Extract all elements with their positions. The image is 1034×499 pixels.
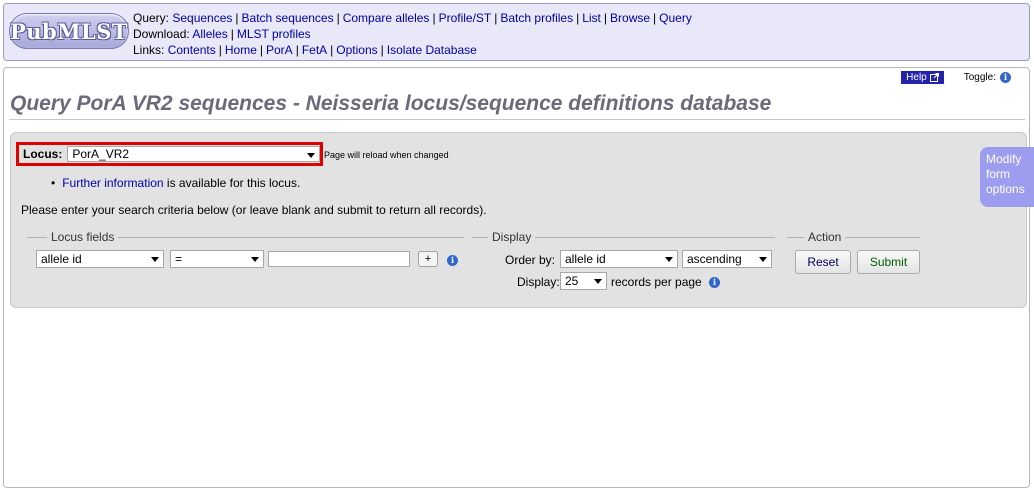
toggle-label: Toggle: (963, 72, 996, 83)
dropdown-arrow-icon (759, 257, 767, 262)
modify-tab-line-3: options (986, 182, 1025, 196)
display-label: Display: (517, 275, 560, 289)
help-bar: Help Toggle: i (901, 71, 1011, 84)
locus-fields-fieldset: Locus fields allele id = + i (27, 230, 464, 287)
query-link-list[interactable]: List (582, 11, 601, 25)
links-label: Links: (133, 43, 165, 57)
download-nav: Download: Alleles | MLST profiles (133, 27, 311, 41)
query-nav: Query: Sequences | Batch sequences | Compare… (133, 11, 692, 25)
dropdown-arrow-icon (151, 257, 159, 262)
locus-fields-legend: Locus fields (47, 230, 119, 244)
add-field-button[interactable]: + (418, 251, 438, 267)
further-information-link[interactable]: Further information (62, 176, 163, 190)
submit-button[interactable]: Submit (857, 250, 920, 274)
order-by-select[interactable]: allele id (560, 250, 678, 268)
reset-button[interactable]: Reset (795, 250, 851, 274)
query-link-profile-st[interactable]: Profile/ST (439, 11, 492, 25)
locus-label: Locus: (23, 147, 63, 161)
further-info-item: • Further information is available for th… (51, 176, 300, 190)
locus-fields-info-icon[interactable]: i (447, 255, 458, 266)
sort-direction-select[interactable]: ascending (682, 250, 772, 268)
records-info-icon[interactable]: i (709, 277, 720, 288)
external-link-icon (929, 73, 939, 82)
field-select[interactable]: allele id (36, 250, 164, 268)
query-link-browse[interactable]: Browse (610, 11, 650, 25)
toggle-info-icon[interactable]: i (1000, 72, 1011, 83)
download-link-alleles[interactable]: Alleles (192, 27, 227, 41)
order-by-value: allele id (565, 252, 606, 266)
dropdown-arrow-icon (251, 257, 259, 262)
action-legend: Action (804, 230, 846, 244)
locus-select-value: PorA_VR2 (72, 147, 130, 161)
operator-select[interactable]: = (170, 250, 264, 268)
order-by-label: Order by: (505, 253, 556, 267)
links-nav: Links: Contents | Home | PorA | FetA | Options | I… (133, 43, 477, 57)
link-home[interactable]: Home (225, 43, 257, 57)
add-field-label: + (424, 253, 432, 265)
main-panel: Help Toggle: i Query PorA VR2 sequences … (3, 67, 1030, 488)
pubmlst-logo[interactable]: PubMLST (9, 13, 129, 49)
help-label: Help (906, 72, 927, 83)
dropdown-arrow-icon (307, 153, 315, 158)
query-link-batch-sequences[interactable]: Batch sequences (242, 11, 334, 25)
page-title: Query PorA VR2 sequences - Neisseria loc… (9, 92, 1025, 120)
locus-select[interactable]: PorA_VR2 (67, 146, 320, 162)
help-button[interactable]: Help (901, 71, 944, 84)
modify-tab-line-1: Modify (986, 152, 1022, 166)
action-fieldset: Action Reset Submit (787, 230, 920, 287)
display-fieldset: Display Order by: allele id ascending Di… (472, 230, 775, 290)
sort-direction-value: ascending (687, 252, 742, 266)
toggle-control: Toggle: i (964, 72, 1011, 83)
value-input[interactable] (268, 251, 410, 267)
dropdown-arrow-icon (665, 257, 673, 262)
reload-note: Page will reload when changed (324, 150, 449, 160)
operator-select-value: = (175, 252, 183, 266)
query-label: Query: (133, 11, 170, 25)
logo-text: PubMLST (9, 18, 129, 44)
download-link-mlst-profiles[interactable]: MLST profiles (237, 27, 311, 41)
query-link-sequences[interactable]: Sequences (172, 11, 232, 25)
query-form: Locus: PorA_VR2 Page will reload when ch… (10, 132, 1027, 308)
query-link-query[interactable]: Query (659, 11, 692, 25)
dropdown-arrow-icon (594, 279, 602, 284)
query-link-compare-alleles[interactable]: Compare alleles (343, 11, 430, 25)
link-isolate-database[interactable]: Isolate Database (387, 43, 477, 57)
search-instructions: Please enter your search criteria below … (21, 203, 487, 217)
records-per-page-label: records per page (611, 275, 702, 289)
records-per-page-value: 25 (565, 274, 579, 288)
link-options[interactable]: Options (336, 43, 377, 57)
field-select-value: allele id (41, 252, 82, 266)
modify-form-options-tab[interactable]: Modify form options (980, 147, 1034, 207)
records-per-page-select[interactable]: 25 (560, 272, 607, 290)
modify-tab-line-2: form (986, 167, 1010, 181)
bullet-icon: • (51, 176, 56, 190)
site-header: PubMLST Query: Sequences | Batch sequences… (3, 3, 1030, 61)
link-pora[interactable]: PorA (266, 43, 293, 57)
link-feta[interactable]: FetA (302, 43, 327, 57)
display-legend: Display (488, 230, 536, 244)
locus-selector-highlight: Locus: PorA_VR2 (16, 142, 323, 166)
download-label: Download: (133, 27, 190, 41)
further-info-text: is available for this locus. (163, 176, 301, 190)
query-link-batch-profiles[interactable]: Batch profiles (500, 11, 573, 25)
link-contents[interactable]: Contents (168, 43, 216, 57)
